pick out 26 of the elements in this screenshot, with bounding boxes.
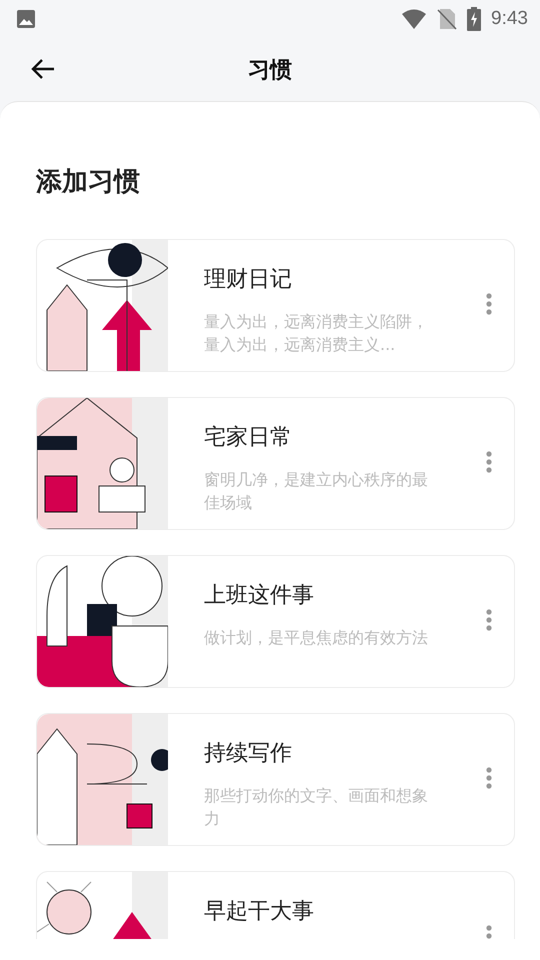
habit-title: 持续写作 (204, 740, 293, 768)
habit-card[interactable]: 理财日记 量入为出，远离消费主义陷阱，量入为出，远离消费主义... (36, 239, 515, 372)
image-icon (16, 9, 36, 29)
habit-card[interactable]: 宅家日常 窗明几净，是建立内心秩序的最佳场域 (36, 397, 515, 530)
habit-title: 早起干大事 (204, 898, 315, 926)
habit-title: 宅家日常 (204, 424, 293, 452)
status-time: 9:43 (491, 8, 528, 30)
section-heading: 添加习惯 (36, 166, 141, 199)
battery-icon (467, 7, 482, 31)
toolbar-title: 习惯 (248, 56, 292, 84)
habit-description: 量入为出，远离消费主义陷阱，量入为出，远离消费主义... (204, 311, 429, 356)
no-sim-icon (437, 8, 458, 30)
more-vertical-icon (486, 609, 492, 631)
more-vertical-icon (486, 293, 492, 315)
habit-description: 那些打动你的文字、画面和想象力 (204, 785, 429, 830)
habit-card[interactable]: 持续写作 那些打动你的文字、画面和想象力 (36, 713, 515, 846)
habit-card[interactable]: 上班这件事 做计划，是平息焦虑的有效方法 (36, 555, 515, 688)
more-vertical-icon (486, 451, 492, 473)
wifi-icon (401, 9, 428, 29)
habit-title: 理财日记 (204, 266, 293, 294)
habit-description: 窗明几净，是建立内心秩序的最佳场域 (204, 469, 429, 514)
more-vertical-icon (486, 767, 492, 789)
habit-card[interactable]: 早起干大事 (36, 871, 515, 939)
habit-description: 做计划，是平息焦虑的有效方法 (204, 627, 429, 649)
habit-title: 上班这件事 (204, 582, 315, 610)
back-arrow-icon (30, 58, 56, 80)
